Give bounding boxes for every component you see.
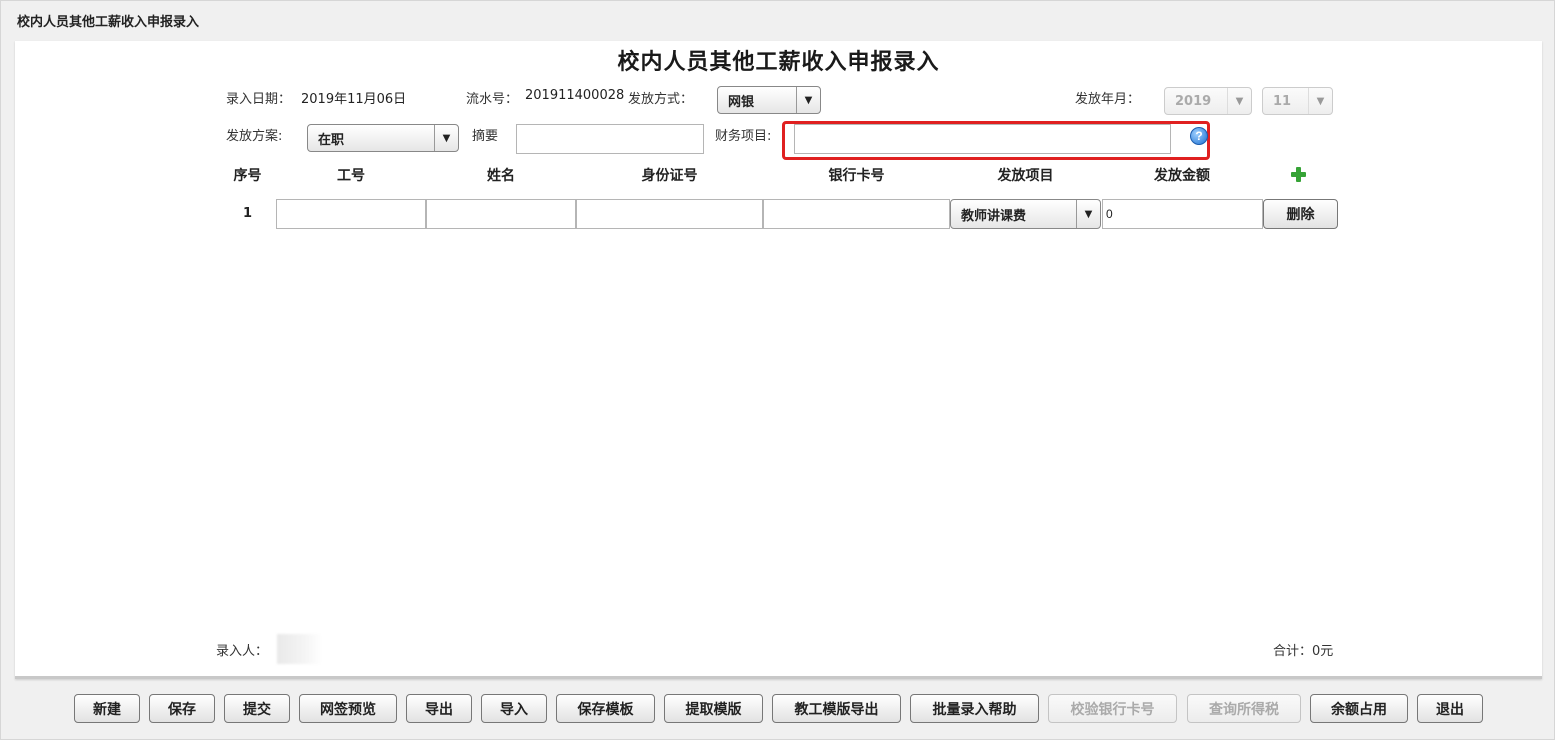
staff-template-export-button[interactable]: 教工模版导出: [772, 694, 901, 723]
plan-label: 发放方案:: [226, 129, 283, 144]
entry-date-label: 录入日期：: [226, 92, 292, 107]
page-title: 校内人员其他工薪收入申报录入: [617, 49, 940, 75]
bottom-toolbar: 新建 保存 提交 网签预览 导出 导入 保存模板 提取模版 教工模版导出 批量录…: [1, 684, 1555, 740]
bank-card-input[interactable]: [763, 199, 950, 229]
save-template-button[interactable]: 保存模板: [556, 694, 655, 723]
entered-by-label: 录入人：: [216, 644, 269, 659]
plus-icon[interactable]: [1291, 167, 1306, 182]
finance-item-label: 财务项目:: [715, 129, 772, 144]
window-title: 校内人员其他工薪收入申报录入: [17, 15, 200, 30]
finance-item-input[interactable]: [794, 124, 1171, 154]
pay-method-label: 发放方式：: [628, 92, 694, 107]
row-number: 1: [243, 206, 253, 221]
chevron-down-icon: ▼: [796, 87, 820, 113]
import-button[interactable]: 导入: [481, 694, 547, 723]
balance-occupy-button[interactable]: 余额占用: [1310, 694, 1408, 723]
item-value: 教师讲课费: [961, 208, 1027, 224]
batch-entry-help-button[interactable]: 批量录入帮助: [910, 694, 1039, 723]
name-input[interactable]: [426, 199, 576, 229]
item-select[interactable]: 教师讲课费 ▼: [950, 199, 1101, 229]
chevron-down-icon: ▼: [1076, 200, 1100, 228]
col-header-emp-id: 工号: [337, 168, 365, 184]
help-icon[interactable]: ?: [1190, 127, 1208, 145]
col-header-name: 姓名: [487, 168, 515, 184]
pay-method-select[interactable]: 网银 ▼: [717, 86, 821, 114]
save-button[interactable]: 保存: [149, 694, 215, 723]
pay-method-value: 网银: [728, 94, 755, 110]
pay-year-select: 2019 ▼: [1164, 87, 1252, 115]
emp-id-input[interactable]: [276, 199, 426, 229]
pay-month-value: 11: [1273, 93, 1292, 109]
pay-month-select: 11 ▼: [1262, 87, 1333, 115]
new-button[interactable]: 新建: [74, 694, 140, 723]
submit-button[interactable]: 提交: [224, 694, 290, 723]
amount-input[interactable]: [1102, 199, 1263, 229]
exit-button[interactable]: 退出: [1417, 694, 1483, 723]
serial-label: 流水号：: [466, 92, 519, 107]
chevron-down-icon: ▼: [434, 125, 458, 151]
summary-label: 摘要: [472, 129, 499, 144]
sign-preview-button[interactable]: 网签预览: [299, 694, 397, 723]
load-template-button[interactable]: 提取模版: [664, 694, 763, 723]
query-income-tax-button: 查询所得税: [1187, 694, 1301, 723]
pay-year-value: 2019: [1175, 93, 1212, 109]
total-label: 合计：0元: [1273, 644, 1334, 659]
form-panel: 校内人员其他工薪收入申报录入 录入日期： 2019年11月06日 流水号： 20…: [15, 41, 1542, 679]
serial-value: 201911400028: [525, 88, 625, 103]
plan-value: 在职: [318, 132, 345, 148]
chevron-down-icon: ▼: [1227, 88, 1251, 114]
col-header-no: 序号: [233, 168, 262, 184]
col-header-item: 发放项目: [997, 168, 1054, 184]
summary-input[interactable]: [516, 124, 704, 154]
delete-row-button[interactable]: 删除: [1263, 199, 1338, 229]
plan-select[interactable]: 在职 ▼: [307, 124, 459, 152]
col-header-amount: 发放金额: [1154, 168, 1210, 184]
id-card-input[interactable]: [576, 199, 763, 229]
export-button[interactable]: 导出: [406, 694, 472, 723]
col-header-id-card: 身份证号: [641, 168, 698, 184]
app-window: 校内人员其他工薪收入申报录入 校内人员其他工薪收入申报录入 录入日期： 2019…: [0, 0, 1555, 740]
entry-date-value: 2019年11月06日: [301, 92, 407, 107]
verify-bank-card-button: 校验银行卡号: [1048, 694, 1177, 723]
pay-month-label: 发放年月：: [1075, 92, 1141, 107]
entered-by-value: [277, 634, 322, 664]
col-header-bank-card: 银行卡号: [828, 168, 885, 184]
chevron-down-icon: ▼: [1308, 88, 1332, 114]
